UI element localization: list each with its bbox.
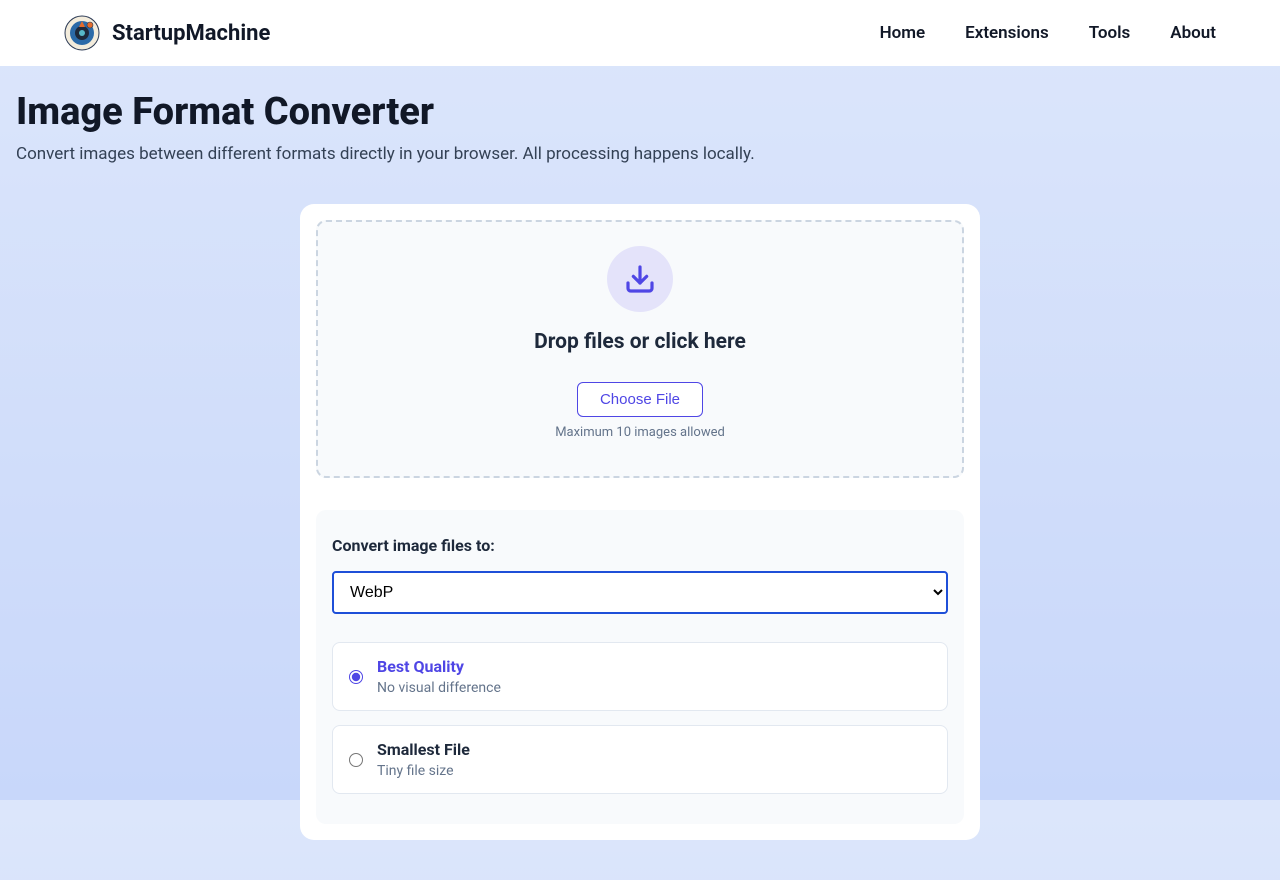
page-subtitle: Convert images between different formats… [16, 144, 1264, 164]
page-content: Image Format Converter Convert images be… [0, 66, 1280, 880]
dropzone-heading: Drop files or click here [338, 330, 942, 354]
format-label: Convert image files to: [332, 536, 948, 555]
options-panel: Convert image files to: WebP Best Qualit… [316, 510, 964, 824]
main-nav: Home Extensions Tools About [880, 23, 1216, 43]
choose-file-button[interactable]: Choose File [577, 382, 703, 417]
quality-small-sub: Tiny file size [377, 763, 470, 779]
quality-radio-small[interactable] [349, 753, 363, 767]
nav-tools[interactable]: Tools [1089, 23, 1131, 43]
quality-small-title: Smallest File [377, 740, 470, 759]
brand-logo-icon [64, 15, 100, 51]
quality-option-best[interactable]: Best Quality No visual difference [332, 642, 948, 711]
converter-card: Drop files or click here Choose File Max… [300, 204, 980, 840]
page-title: Image Format Converter [16, 90, 1264, 134]
format-select[interactable]: WebP [332, 571, 948, 614]
dropzone-note: Maximum 10 images allowed [338, 425, 942, 440]
quality-radio-best[interactable] [349, 670, 363, 684]
nav-extensions[interactable]: Extensions [965, 23, 1049, 43]
download-icon [607, 246, 673, 312]
site-header: StartupMachine Home Extensions Tools Abo… [0, 0, 1280, 66]
nav-home[interactable]: Home [880, 23, 926, 43]
brand[interactable]: StartupMachine [64, 15, 270, 51]
file-dropzone[interactable]: Drop files or click here Choose File Max… [316, 220, 964, 478]
nav-about[interactable]: About [1170, 23, 1216, 43]
quality-best-sub: No visual difference [377, 680, 501, 696]
quality-option-small[interactable]: Smallest File Tiny file size [332, 725, 948, 794]
brand-name: StartupMachine [112, 21, 270, 46]
quality-best-title: Best Quality [377, 657, 501, 676]
